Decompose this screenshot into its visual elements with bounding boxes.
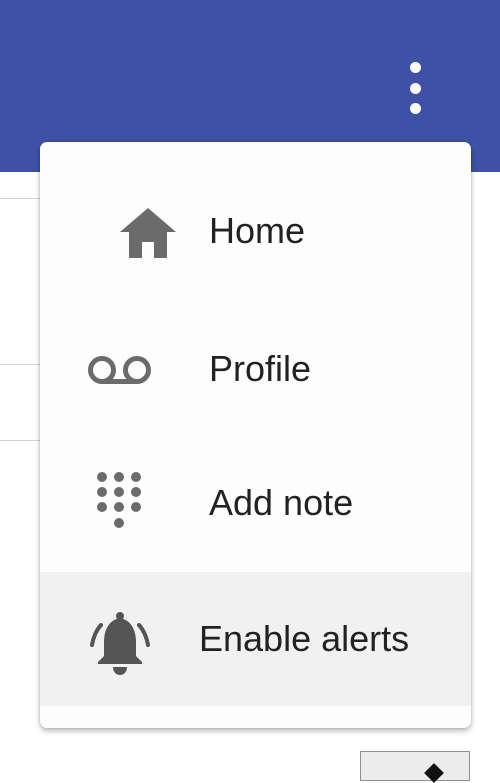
menu-item-label: Profile (209, 348, 312, 389)
divider (0, 440, 40, 441)
menu-item-home[interactable]: Home (40, 164, 471, 298)
overflow-menu: Home Profile Add note Enable alerts (40, 142, 471, 728)
menu-item-label: Add note (209, 482, 354, 523)
menu-item-label: Home (209, 210, 306, 251)
edit-button[interactable] (360, 751, 470, 781)
menu-item-label: Enable alerts (199, 618, 410, 659)
divider (0, 364, 40, 365)
divider (0, 198, 40, 199)
menu-item-add-note[interactable]: Add note (40, 436, 471, 570)
more-vert-icon[interactable] (400, 62, 430, 114)
menu-item-enable-alerts[interactable]: Enable alerts (40, 572, 471, 706)
menu-item-profile[interactable]: Profile (40, 302, 471, 436)
